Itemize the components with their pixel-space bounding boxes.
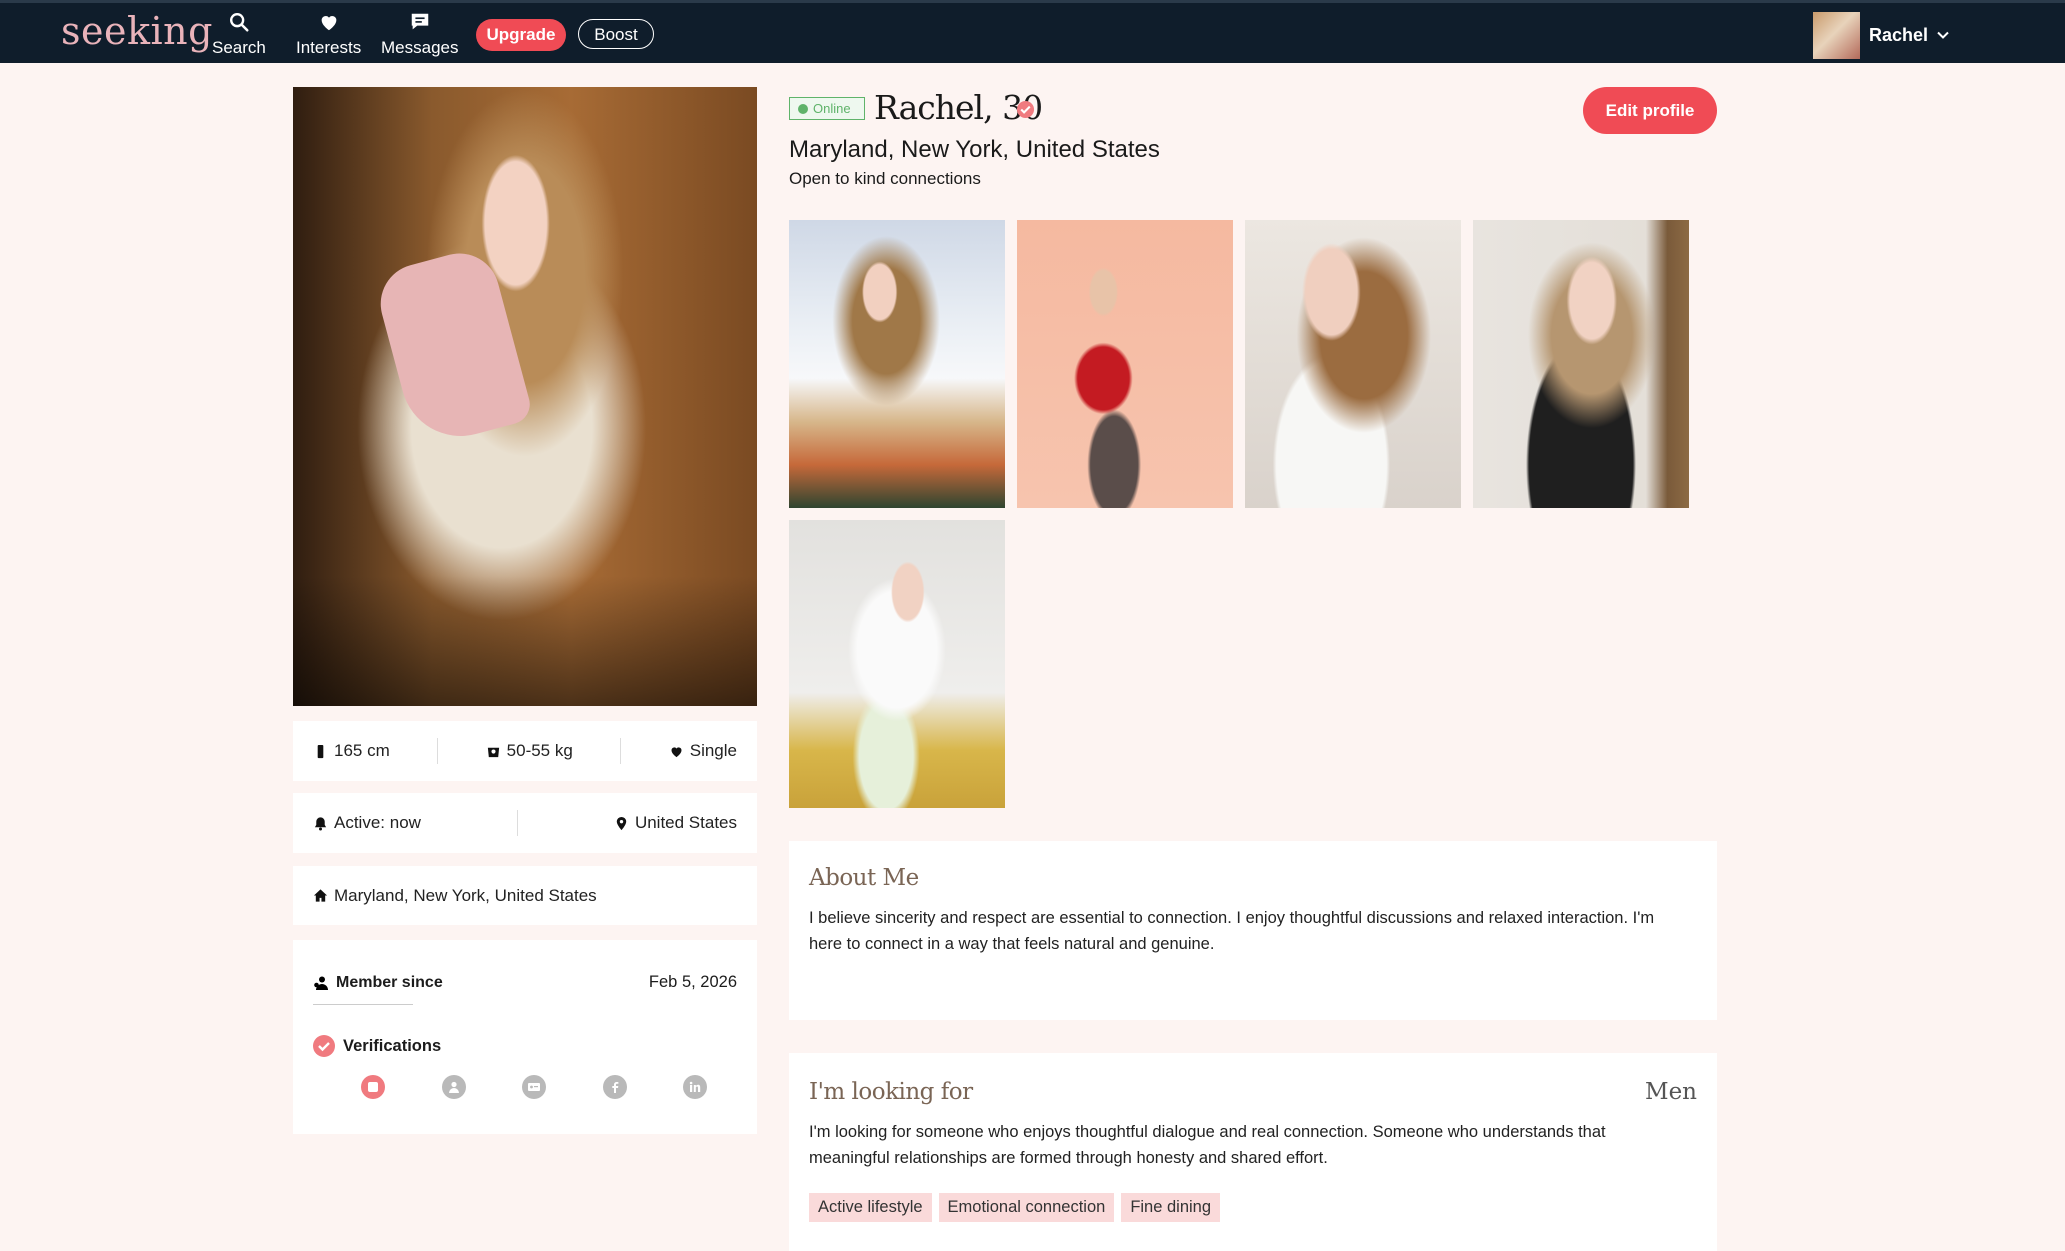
interest-tag: Emotional connection [938,1193,1115,1222]
nav-interests[interactable]: Interests [296,11,361,58]
divider [516,810,518,836]
divider [620,738,622,764]
heart-icon [671,746,682,757]
person-icon[interactable] [441,1075,466,1099]
scale-icon [487,747,499,757]
membership-card: Member since Feb 5, 2026 Verifications [293,940,757,1134]
verifications-heading: Verifications [313,1035,737,1057]
online-label: Online [813,101,851,116]
edit-profile-button[interactable]: Edit profile [1583,87,1717,134]
gallery-photo[interactable] [1017,220,1233,508]
linkedin-icon[interactable] [683,1075,707,1099]
divider [437,738,439,764]
gallery-photo[interactable] [1245,220,1461,508]
height-stat: 165 cm [313,741,390,761]
verifications-label: Verifications [343,1036,442,1055]
looking-for-gender: Men [1645,1079,1697,1105]
boost-button[interactable]: Boost [578,19,654,49]
nav-interests-label: Interests [296,38,362,57]
about-me-title: About Me [809,865,919,891]
photo-gradient [293,576,757,706]
about-me-panel: About Me I believe sincerity and respect… [789,841,1717,1020]
profile-location: Maryland, New York, United States [789,136,1160,163]
divider [313,1004,413,1005]
search-icon [212,11,266,35]
verification-icons [313,1075,737,1099]
photo-detail [371,244,535,450]
nav-search[interactable]: Search [212,11,266,58]
looking-for-text: I'm looking for someone who enjoys thoug… [809,1123,1606,1167]
message-icon [381,11,458,35]
user-name: Rachel [1869,24,1929,45]
profile-tagline: Open to kind connections [789,169,981,188]
gallery-photo[interactable] [789,220,1005,508]
member-since-text: Member since [336,973,443,991]
home-icon [313,889,328,902]
top-navbar: seeking Search Interests Messages Upgrad… [0,0,2065,63]
home-card: Maryland, New York, United States [293,866,757,925]
activity-card: Active: now United States [293,793,757,853]
online-dot-icon [798,103,808,114]
interest-tag: Fine dining [1121,1193,1221,1222]
avatar[interactable] [1813,11,1860,59]
height-value: 165 cm [334,741,390,760]
home-stat: Maryland, New York, United States [313,886,597,906]
nav-messages[interactable]: Messages [381,11,458,58]
member-since-label: Member since [313,973,443,992]
seeking-logo[interactable]: seeking [61,9,213,53]
relationship-value: Single [689,741,737,760]
weight-stat: 50-55 kg [486,741,573,761]
check-badge-icon [313,1035,335,1057]
home-value: Maryland, New York, United States [334,885,597,905]
location-pin-icon [616,816,627,830]
looking-for-panel: I'm looking for Men I'm looking for some… [789,1053,1717,1251]
main-profile-photo[interactable] [293,87,757,706]
user-menu[interactable]: Rachel [1813,11,1950,59]
relationship-stat: Single [669,741,737,761]
stats-card: 165 cm 50-55 kg Single [293,721,757,781]
facebook-icon[interactable] [602,1075,627,1099]
ruler-icon [317,744,324,758]
nav-messages-label: Messages [381,38,459,57]
gallery-photo[interactable] [789,520,1005,808]
online-status-badge: Online [789,97,865,120]
active-value: Active: now [334,813,421,832]
looking-for-title: I'm looking for [809,1079,973,1105]
interest-tags: Active lifestyle Emotional connection Fi… [809,1193,1697,1222]
id-card-icon[interactable] [522,1075,546,1099]
photo-verified-icon[interactable] [361,1075,385,1099]
chevron-down-icon [1937,31,1949,39]
country-value: United States [634,813,737,832]
country-stat: United States [614,813,737,833]
about-me-text: I believe sincerity and respect are esse… [809,909,1655,953]
bell-icon [314,816,327,830]
active-stat: Active: now [313,813,421,833]
heart-icon [296,11,361,35]
nav-search-label: Search [212,38,266,57]
member-icon [314,976,328,990]
gallery-photo[interactable] [1473,220,1689,508]
member-since-date: Feb 5, 2026 [648,973,737,991]
interest-tag: Active lifestyle [809,1193,932,1222]
upgrade-button[interactable]: Upgrade [476,19,566,51]
weight-value: 50-55 kg [506,741,573,760]
verified-check-icon [1016,100,1035,119]
